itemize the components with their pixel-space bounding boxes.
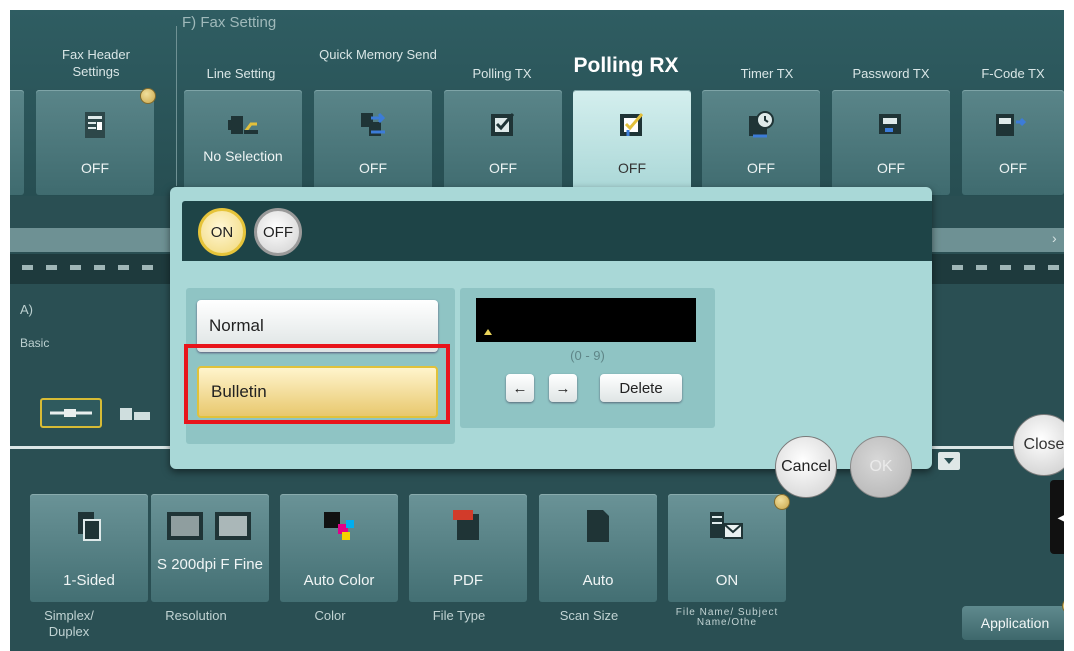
section-a-label: A) — [20, 302, 33, 317]
function-tiles-band: F) Fax Setting Fax Header Settings Line … — [10, 10, 1064, 196]
line-setting-label: Line Setting — [206, 66, 276, 81]
resolution-tile[interactable]: S 200dpi F Fine — [151, 494, 269, 602]
polling-tx-label: Polling TX — [472, 66, 532, 81]
simplex-duplex-label: Simplex/ Duplex — [44, 608, 94, 639]
dropdown-chevron-icon[interactable] — [938, 452, 960, 470]
timer-tx-tile[interactable]: OFF — [702, 90, 820, 195]
header-doc-icon — [85, 112, 105, 138]
off-toggle-button[interactable]: OFF — [254, 208, 302, 256]
simplex-duplex-tile[interactable]: 1-Sided — [30, 494, 148, 602]
line-setting-tile[interactable]: No Selection — [184, 90, 302, 195]
quick-memory-send-tile[interactable]: OFF — [314, 90, 432, 195]
password-icon — [879, 114, 901, 134]
polling-rx-tile[interactable]: OFF — [573, 90, 691, 196]
alt-mode-icon[interactable] — [116, 402, 156, 426]
cursor-caret-icon — [484, 329, 492, 335]
fax-setting-screen: F) Fax Setting Fax Header Settings Line … — [10, 10, 1064, 651]
cursor-right-button[interactable]: → — [549, 374, 577, 402]
timer-icon — [749, 111, 774, 138]
file-name-tile[interactable]: ON — [668, 494, 786, 602]
f-code-tx-tile[interactable]: OFF — [962, 90, 1064, 195]
password-tx-label: Password TX — [852, 66, 930, 81]
polling-tx-tile[interactable]: OFF — [444, 90, 562, 195]
fcode-icon — [996, 114, 1026, 136]
polling-rx-icon — [620, 113, 644, 136]
line-setting-value: No Selection — [203, 148, 283, 164]
section-title: F) Fax Setting — [182, 14, 277, 31]
fax-header-settings-label: Fax Header Settings — [62, 47, 130, 79]
color-value: Auto Color — [303, 572, 375, 589]
resolution-value: S 200dpi F Fine — [157, 556, 263, 573]
file-type-label: File Type — [432, 608, 486, 623]
range-hint: (0 - 9) — [570, 348, 605, 363]
password-tx-tile[interactable]: OFF — [832, 90, 950, 195]
cancel-button[interactable]: Cancel — [775, 436, 837, 498]
section-divider — [176, 26, 182, 186]
f-code-tx-value: OFF — [999, 160, 1027, 176]
bulletin-number-panel: (0 - 9) ← → Delete — [460, 288, 715, 428]
polling-tx-value: OFF — [489, 160, 517, 176]
quick-memory-send-value: OFF — [359, 160, 387, 176]
password-tx-value: OFF — [877, 160, 905, 176]
delete-button[interactable]: Delete — [600, 374, 682, 402]
basic-label: Basic — [20, 336, 50, 350]
number-input[interactable] — [476, 298, 696, 342]
file-name-icon — [710, 512, 743, 539]
file-name-value: ON — [715, 572, 739, 589]
color-icon — [324, 512, 354, 540]
simplex-duplex-value: 1-Sided — [63, 572, 115, 589]
annotation-highlight-box — [184, 344, 450, 424]
polling-rx-label: Polling RX — [573, 54, 679, 77]
ok-button[interactable]: OK — [850, 436, 912, 498]
timer-tx-label: Timer TX — [740, 66, 794, 81]
prev-tile-partial[interactable] — [10, 90, 24, 195]
line-mode-icon — [50, 409, 92, 417]
scan-size-value: Auto — [582, 572, 614, 589]
resolution-icon — [167, 512, 251, 540]
file-type-value: PDF — [453, 572, 483, 589]
scan-size-label: Scan Size — [559, 608, 619, 623]
fax-header-settings-tile[interactable]: OFF — [36, 90, 154, 195]
mode-selector[interactable] — [40, 398, 102, 428]
scan-size-tile[interactable]: Auto — [539, 494, 657, 602]
scroll-right-icon[interactable]: › — [1052, 230, 1057, 246]
quick-memory-icon — [361, 112, 386, 136]
file-name-label: File Name/ Subject Name/Othe — [675, 607, 779, 628]
polling-tx-icon — [491, 113, 515, 136]
setting-indicator-dot — [140, 88, 156, 104]
timer-tx-value: OFF — [747, 160, 775, 176]
color-tile[interactable]: Auto Color — [280, 494, 398, 602]
close-button[interactable]: Close — [1013, 414, 1064, 476]
application-button[interactable]: Application — [962, 606, 1064, 640]
side-panel-arrow-icon[interactable]: ◂ — [1050, 480, 1064, 554]
scan-size-icon — [587, 510, 609, 542]
polling-rx-value: OFF — [618, 160, 646, 176]
setting-indicator-dot — [774, 494, 790, 510]
duplex-icon — [78, 512, 101, 541]
resolution-label: Resolution — [165, 608, 227, 623]
fax-header-settings-value: OFF — [81, 160, 109, 176]
cursor-left-button[interactable]: ← — [506, 374, 534, 402]
pdf-icon — [453, 510, 479, 540]
quick-memory-send-label: Quick Memory Send — [319, 47, 437, 62]
f-code-tx-label: F-Code TX — [981, 66, 1045, 81]
fax-line-icon — [228, 116, 258, 134]
on-toggle-button[interactable]: ON — [198, 208, 246, 256]
color-label: Color — [314, 608, 346, 623]
polling-rx-dialog: ON OFF Normal Bulletin (0 - 9) ← → Delet… — [170, 187, 932, 469]
file-type-tile[interactable]: PDF — [409, 494, 527, 602]
